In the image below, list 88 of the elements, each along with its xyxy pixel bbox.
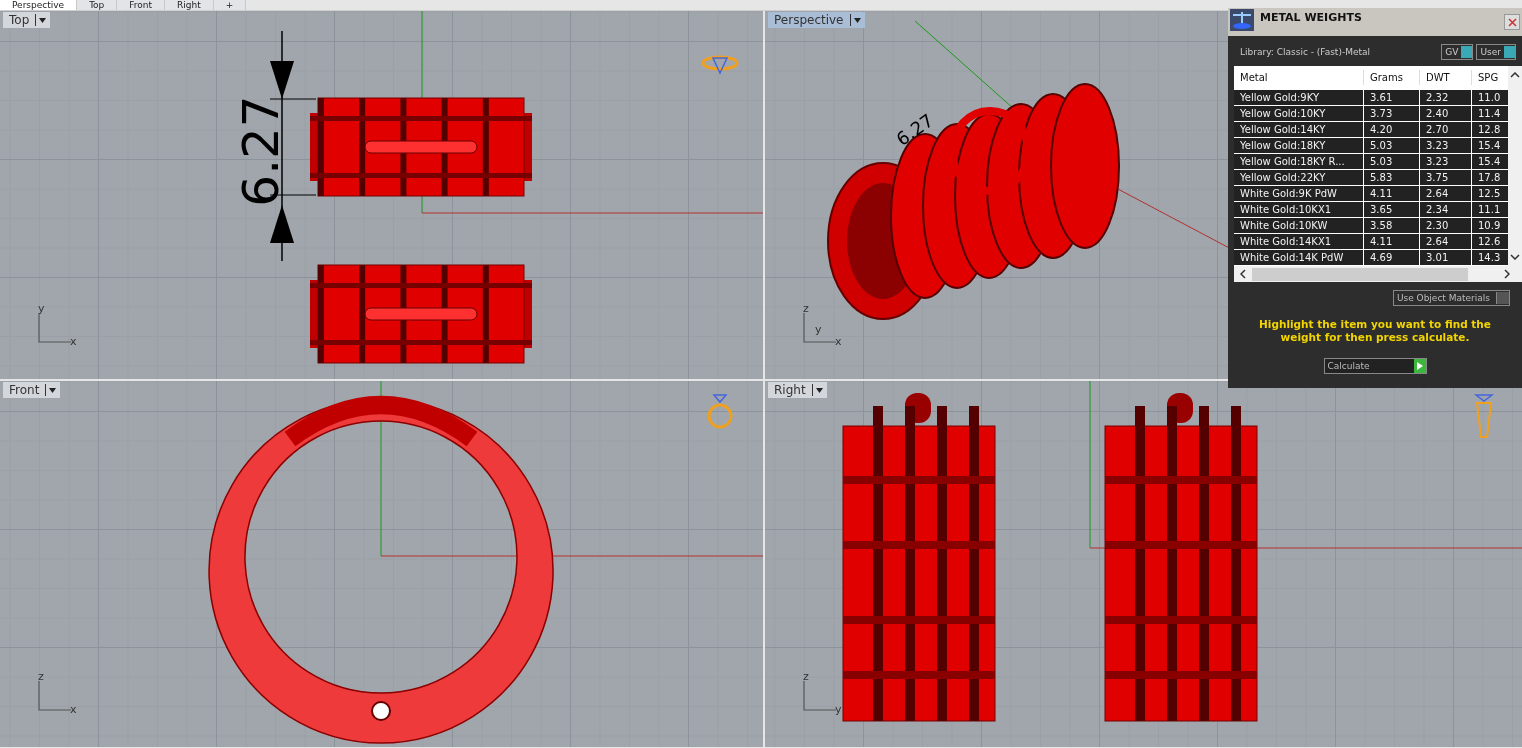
axis-label: z xyxy=(803,303,809,314)
instruction-text: Highlight the item you want to find the weight for then press calculate. xyxy=(1258,318,1492,344)
table-cell: White Gold:14KX1 xyxy=(1234,234,1364,249)
table-cell: Yellow Gold:14KY xyxy=(1234,122,1364,137)
calculate-button[interactable]: Calculate xyxy=(1323,358,1427,374)
viewport[interactable]: Right z y xyxy=(765,381,1522,747)
table-cell: 4.11 xyxy=(1364,186,1420,201)
table-cell: 5.03 xyxy=(1364,154,1420,169)
ring-icon xyxy=(705,391,735,431)
viewport-tab[interactable]: + xyxy=(213,0,247,10)
table-cell: 2.40 xyxy=(1420,106,1472,121)
chevron-right-icon[interactable] xyxy=(1504,269,1510,279)
column-header[interactable]: DWT xyxy=(1420,70,1472,85)
table-cell: White Gold:14K PdW xyxy=(1234,250,1364,265)
table-cell: 2.32 xyxy=(1420,90,1472,105)
table-cell: 5.03 xyxy=(1364,138,1420,153)
table-cell: 4.20 xyxy=(1364,122,1420,137)
table-cell: 4.11 xyxy=(1364,234,1420,249)
table-cell: White Gold:10KX1 xyxy=(1234,202,1364,217)
viewport-tab[interactable]: Right xyxy=(165,0,214,10)
table-cell: 3.61 xyxy=(1364,90,1420,105)
use-object-materials-checkbox[interactable]: Use Object Materials xyxy=(1392,290,1510,306)
toggle-switch[interactable]: User xyxy=(1476,44,1516,60)
table-cell: 3.73 xyxy=(1364,106,1420,121)
viewport[interactable]: Front z x xyxy=(0,381,763,747)
horizontal-scrollbar[interactable] xyxy=(1234,266,1522,282)
vertical-scrollbar[interactable] xyxy=(1508,66,1522,266)
viewport-label-tab[interactable]: Right xyxy=(768,382,827,398)
viewport-title: Perspective xyxy=(774,13,844,27)
table-cell: 3.65 xyxy=(1364,202,1420,217)
viewport-title: Right xyxy=(774,383,806,397)
panel-title: METAL WEIGHTS xyxy=(1260,10,1363,24)
toggle-knob[interactable] xyxy=(1461,46,1473,58)
viewport[interactable]: Top 6.27 y x xyxy=(0,11,763,379)
table-cell: Yellow Gold:18KY xyxy=(1234,138,1364,153)
table-cell: 3.58 xyxy=(1364,218,1420,233)
axis-indicator-icon xyxy=(803,681,837,711)
axis-label: z xyxy=(803,671,809,682)
table-cell: 4.69 xyxy=(1364,250,1420,265)
table-cell: 2.34 xyxy=(1420,202,1472,217)
table-cell: 3.23 xyxy=(1420,138,1472,153)
table-cell: 5.83 xyxy=(1364,170,1420,185)
table-cell: 3.75 xyxy=(1420,170,1472,185)
table-cell: White Gold:10KW xyxy=(1234,218,1364,233)
table-cell: 2.64 xyxy=(1420,234,1472,249)
viewport-label-tab[interactable]: Perspective xyxy=(768,12,865,28)
chevron-down-icon[interactable] xyxy=(1510,254,1520,260)
table-cell: Yellow Gold:10KY xyxy=(1234,106,1364,121)
ring-icon xyxy=(1473,391,1495,441)
table-cell: 3.01 xyxy=(1420,250,1472,265)
table-cell: Yellow Gold:9KY xyxy=(1234,90,1364,105)
viewport-tab[interactable]: Perspective xyxy=(0,0,78,10)
table-cell: 2.70 xyxy=(1420,122,1472,137)
axis-indicator-icon xyxy=(803,313,837,343)
library-label: Library: Classic - (Fast)-Metal xyxy=(1240,47,1371,57)
table-cell: White Gold:9K PdW xyxy=(1234,186,1364,201)
axis-indicator-icon xyxy=(38,681,72,711)
viewport-title: Top xyxy=(9,13,30,27)
viewport-tab[interactable]: Top xyxy=(77,0,118,10)
table-cell: 3.23 xyxy=(1420,154,1472,169)
axis-label: x xyxy=(70,704,77,715)
axis-indicator-icon xyxy=(38,313,72,343)
table-cell: Yellow Gold:18KY R... xyxy=(1234,154,1364,169)
dropdown-caret-icon[interactable] xyxy=(811,384,823,396)
dimension-text: 6.27 xyxy=(235,95,286,207)
play-icon[interactable] xyxy=(1416,362,1423,370)
viewport-label-tab[interactable]: Front xyxy=(3,382,61,398)
chevron-left-icon[interactable] xyxy=(1240,269,1246,279)
viewport-tab[interactable]: Front xyxy=(117,0,166,10)
axis-label: y xyxy=(38,303,45,314)
table-cell: Yellow Gold:22KY xyxy=(1234,170,1364,185)
table-cell: 2.30 xyxy=(1420,218,1472,233)
axis-label: x xyxy=(835,336,842,347)
column-header[interactable]: Metal xyxy=(1234,70,1364,85)
toggle-switch[interactable]: GV xyxy=(1441,44,1474,60)
column-header[interactable]: Grams xyxy=(1364,70,1420,85)
viewport-title: Front xyxy=(9,383,40,397)
toggle-knob[interactable] xyxy=(1504,46,1515,58)
axis-label: z xyxy=(38,671,44,682)
dropdown-caret-icon[interactable] xyxy=(849,14,861,26)
axis-label: x xyxy=(70,336,77,347)
chevron-up-icon[interactable] xyxy=(1510,72,1520,78)
axis-label: y xyxy=(815,324,822,335)
dropdown-caret-icon[interactable] xyxy=(35,14,47,26)
axis-label: y xyxy=(835,704,842,715)
dropdown-caret-icon[interactable] xyxy=(45,384,57,396)
viewport-label-tab[interactable]: Top xyxy=(3,12,51,28)
table-cell: 2.64 xyxy=(1420,186,1472,201)
